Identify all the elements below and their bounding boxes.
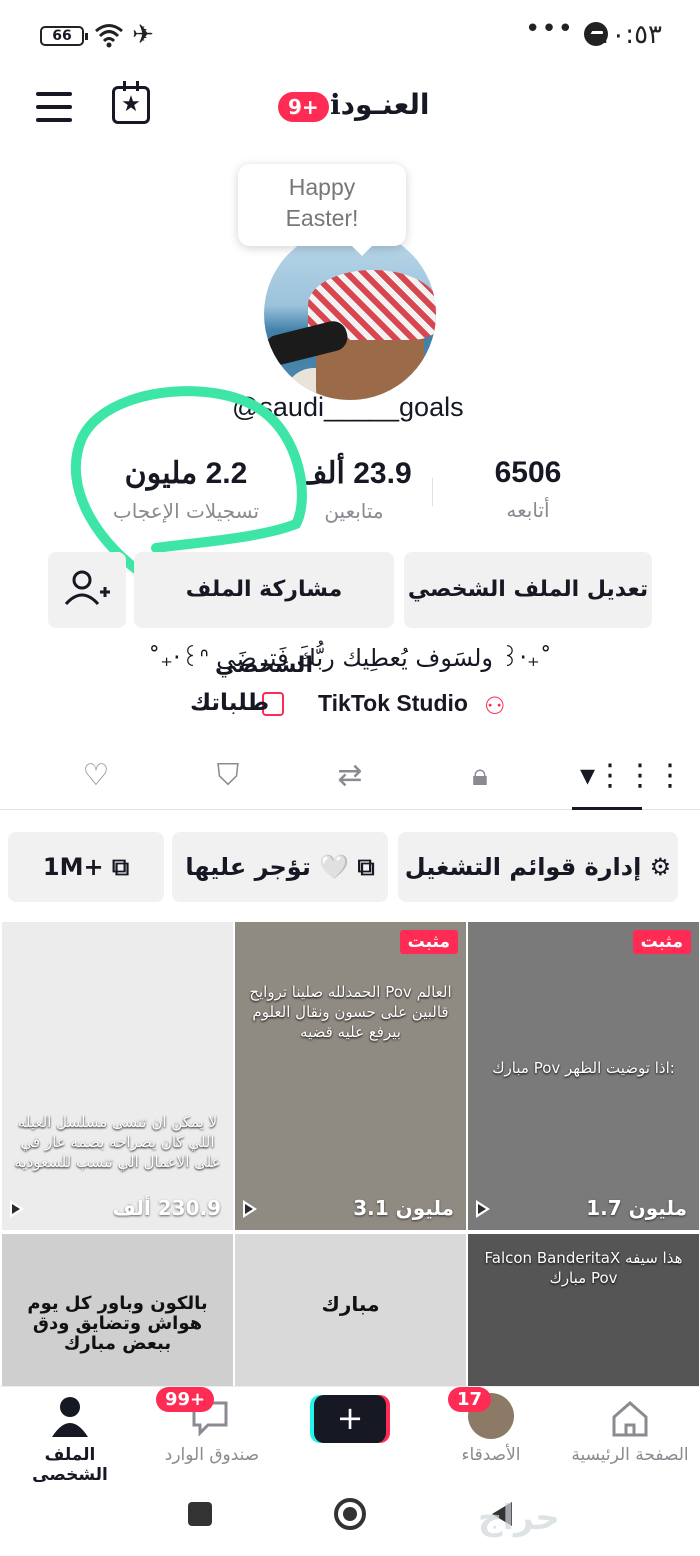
stat-following[interactable]: 6506 أتابعه: [462, 456, 594, 522]
view-count: 1.7 مليون: [586, 1196, 687, 1220]
video-caption: مبارك Pov اذا توضيت الظهر:: [492, 1059, 675, 1077]
inbox-badge: 99+: [156, 1387, 215, 1412]
more-notifications-icon: •••: [524, 14, 574, 44]
video-caption: بالكون وباور كل يوم هواش وتضايق ودق ببعض…: [27, 1293, 208, 1354]
bottom-nav: الصفحة الرئيسية 17 الأصدقاء + 99+ صندوق …: [0, 1386, 700, 1485]
bubble-line-2: Easter!: [285, 205, 359, 231]
private-lock-tab-icon[interactable]: 🔒︎: [456, 758, 504, 798]
manage-playlists-chip[interactable]: إدارة قوائم التشغيل ⚙: [398, 832, 678, 902]
pinned-badge: مثبت: [632, 930, 691, 954]
video-thumbnail[interactable]: الحمدلله صلينا تروايح Pov العالم قالبين …: [235, 922, 466, 1230]
menu-icon[interactable]: [36, 92, 72, 122]
video-caption: الحمدلله صلينا تروايح Pov العالم قالبين …: [249, 983, 452, 1041]
system-nav-bar: [0, 1482, 700, 1556]
friends-badge: 17: [448, 1387, 492, 1412]
profile-username[interactable]: العنـودℹ: [330, 88, 429, 121]
wifi-icon: [95, 24, 123, 48]
status-bubble[interactable]: Happy Easter!: [238, 164, 406, 256]
videos-grid-tab-icon[interactable]: ▾⋮⋮⋮: [580, 758, 685, 798]
view-count: 230.9 ألف: [112, 1196, 221, 1220]
profile-person-icon[interactable]: [50, 1395, 90, 1439]
create-button[interactable]: +: [314, 1395, 386, 1443]
playlists-label: إدارة قوائم التشغيل: [404, 853, 642, 881]
stat-divider: [432, 478, 433, 506]
favorites-tab-icon[interactable]: ⛉: [204, 758, 252, 798]
stat-followers[interactable]: 23.9 ألف متابعين: [286, 456, 422, 523]
clock: ١٠:٥٣: [597, 20, 662, 50]
battery-icon: 66: [40, 26, 88, 46]
active-tab-indicator: [572, 807, 642, 810]
liked-tab-icon[interactable]: ♡: [72, 758, 120, 798]
nav-inbox-label[interactable]: صندوق الوارد: [154, 1445, 270, 1465]
video-caption: مبارك: [321, 1292, 380, 1316]
stat-likes[interactable]: 2.2 مليون تسجيلات الإعجاب: [96, 456, 276, 523]
view-count: 3.1 مليون: [353, 1196, 454, 1220]
add-friends-button[interactable]: [48, 552, 126, 628]
following-label: أتابعه: [506, 498, 550, 522]
edit-profile-button[interactable]: تعديل الملف الشخصي: [404, 552, 652, 628]
watermark-logo: حراج: [478, 1498, 560, 1538]
bubble-line-1: Happy: [288, 174, 356, 200]
tiktok-studio-link[interactable]: TikTok Studio: [318, 690, 468, 717]
followers-label: متابعين: [324, 499, 384, 523]
video-thumbnail[interactable]: مبارك Pov اذا توضيت الظهر: مثبت 1.7 مليو…: [468, 922, 699, 1230]
profile-bio: ˚₊‧꒰ᐢ ولسَوف يُعطِيك ربُّكَ فَترضَى ꒱‧₊˚: [148, 644, 552, 672]
recent-apps-icon[interactable]: [188, 1502, 212, 1526]
followers-count: 23.9 ألف: [296, 457, 412, 490]
play-icon: [476, 1200, 490, 1218]
nav-profile-label[interactable]: الملف الشخصي: [14, 1445, 126, 1485]
playlist-chip-1m[interactable]: 1M+ ⧉: [8, 832, 164, 902]
video-caption: Falcon BanderitaX هذا سيفه مبارك Pov: [484, 1249, 683, 1287]
profile-links: ⚇ TikTok Studio طلباتك: [0, 690, 700, 726]
airplane-mode-icon: ✈: [132, 20, 154, 50]
likes-count: 2.2 مليون: [124, 457, 248, 490]
playlist-label-1m: 1M+: [42, 853, 104, 881]
likes-label: تسجيلات الإعجاب: [112, 499, 260, 523]
playlist-icon: ⧉: [111, 853, 130, 881]
pinned-badge: مثبت: [399, 930, 458, 954]
video-caption: لا يمكن ان تنسى مسلسل العيله اللي كان يص…: [14, 1113, 221, 1171]
status-bar: 66 ✈ ••• ١٠:٥٣: [0, 0, 700, 70]
play-icon: [243, 1200, 257, 1218]
playlist-chip-tojar[interactable]: تؤجر عليها 🤍 ⧉: [172, 832, 388, 902]
playlist-icon: ⧉: [357, 853, 375, 881]
nav-home-label[interactable]: الصفحة الرئيسية: [568, 1445, 692, 1465]
play-icon: [10, 1200, 24, 1218]
orders-link[interactable]: طلباتك: [190, 690, 269, 716]
following-count: 6506: [494, 456, 562, 489]
nav-friends-label[interactable]: الأصدقاء: [446, 1445, 536, 1465]
video-thumbnail[interactable]: لا يمكن ان تنسى مسلسل العيله اللي كان يص…: [2, 922, 233, 1230]
reposts-tab-icon[interactable]: ⇄: [326, 758, 374, 798]
avatar[interactable]: [264, 228, 436, 400]
studio-icon: ⚇: [484, 692, 506, 720]
home-circle-icon[interactable]: [334, 1498, 366, 1530]
home-icon[interactable]: [608, 1397, 652, 1439]
share-profile-button[interactable]: مشاركة الملف الشخصي: [134, 552, 394, 678]
add-user-icon: [64, 570, 110, 606]
creator-calendar-icon[interactable]: ★: [112, 81, 150, 124]
profile-tabs: ▾⋮⋮⋮ 🔒︎ ⇄ ⛉ ♡: [0, 746, 700, 810]
account-switch-badge[interactable]: 9+: [278, 92, 329, 122]
gear-icon: ⚙: [649, 853, 672, 881]
playlist-label-tojar: تؤجر عليها 🤍: [185, 853, 350, 881]
